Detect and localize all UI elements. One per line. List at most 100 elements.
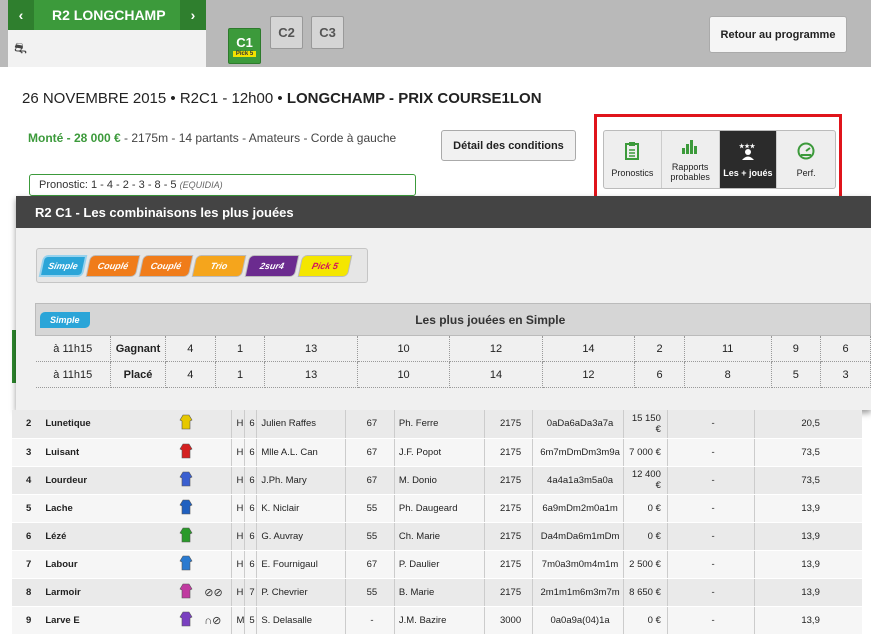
shoe-icon: ∩⊘ [200, 606, 232, 635]
panel-title: R2 C1 - Les combinaisons les plus jouées [16, 196, 871, 228]
bet-tab-2sur4[interactable]: 2sur4 [244, 254, 300, 277]
table-row[interactable]: 6 Lézé H 6 G. Auvray 55 Ch. Marie 2175 Da4mDa6m1… [12, 522, 862, 551]
runner-name: Larmoir [41, 578, 169, 607]
table-header: Simple Les plus jouées en Simple [35, 303, 871, 336]
chevron-right-icon[interactable]: › [180, 0, 206, 30]
table-cell: 10 [357, 361, 451, 388]
runner-driver: Mlle A.L. Can [256, 438, 346, 467]
runner-trainer: J.F. Popot [393, 438, 485, 467]
back-to-program-button[interactable]: Retour au programme [709, 16, 847, 53]
shoe-icon [200, 410, 232, 439]
runner-distance: 2175 [484, 550, 533, 579]
runner-music: Da4mDa6m1mDm [531, 522, 624, 551]
tab-c2[interactable]: C2 [270, 16, 303, 49]
runner-trainer: J.M. Bazire [393, 606, 485, 635]
runner-gains: 12 400 € [623, 466, 668, 495]
bet-tab-trio[interactable]: Trio [191, 254, 247, 277]
table-row[interactable]: 8 Larmoir ⊘⊘ H 7 P. Chevrier 55 B. Marie 2175 2m1… [12, 578, 862, 607]
runner-age: 6 [244, 494, 257, 523]
runner-music: 0a0a9a(04)1a [531, 606, 624, 635]
table-row[interactable]: 2 Lunetique H 6 Julien Raffes 67 Ph. Ferre 2175… [12, 410, 862, 439]
race-prize: Monté - 28 000 € [28, 131, 121, 145]
runner-odds-ref: - [666, 494, 755, 523]
chevron-left-icon[interactable]: ‹ [8, 0, 34, 30]
runner-number: 7 [12, 550, 42, 579]
bet-tab-simple[interactable]: Simple [38, 254, 88, 277]
runner-music: 6a9mDm2m0a1m [531, 494, 624, 523]
runner-number: 6 [12, 522, 42, 551]
runner-weight: 55 [345, 578, 395, 607]
simple-badge: Simple [40, 311, 90, 328]
reunion-title: R2 LONGCHAMP [52, 7, 166, 23]
table-row[interactable]: 4 Lourdeur H 6 J.Ph. Mary 67 M. Donio 2175 4a4a1… [12, 466, 862, 495]
table-row[interactable]: 5 Lache H 6 K. Niclair 55 Ph. Daugeard 2175 6a9m… [12, 494, 862, 523]
runner-odds-ref: - [666, 550, 755, 579]
table-cell: 4 [165, 361, 216, 388]
table-row[interactable]: 3 Luisant H 6 Mlle A.L. Can 67 J.F. Popot 2175 6… [12, 438, 862, 467]
runner-sex: H [231, 410, 245, 439]
prono-box: Pronostic: 1 - 4 - 2 - 3 - 8 - 5 (EQUIDI… [29, 174, 416, 196]
runner-name: Lunetique [41, 410, 169, 439]
silk-icon [168, 550, 201, 579]
silk-icon [168, 578, 201, 607]
page-title: 26 NOVEMBRE 2015 • R2C1 - 12h00 • LONGCH… [22, 90, 542, 107]
runner-name: Lache [41, 494, 169, 523]
table-cell: 13 [264, 361, 358, 388]
table-cell: 1 [215, 335, 266, 362]
runner-driver: Julien Raffes [256, 410, 346, 439]
runners-table: 2 Lunetique H 6 Julien Raffes 67 Ph. Ferre 2175… [12, 410, 862, 635]
bet-tab-pick5[interactable]: Pick 5 [297, 254, 353, 277]
pick5-badge: Pick 5 [232, 51, 257, 57]
runner-distance: 2175 [484, 410, 533, 439]
table-cell: 10 [357, 335, 451, 362]
table-cell: 12 [449, 335, 543, 362]
runner-name: Luisant [41, 438, 169, 467]
runner-weight: - [345, 606, 395, 635]
runner-gains: 2 500 € [623, 550, 668, 579]
runner-age: 5 [244, 606, 257, 635]
runner-music: 2m1m1m6m3m7m [531, 578, 624, 607]
bet-type-tabs: Simple Couplé Couplé Trio 2sur4 Pick 5 [36, 248, 368, 283]
tab-c1[interactable]: C1 Pick 5 [228, 28, 261, 64]
silk-icon [168, 438, 201, 467]
runner-name: Labour [41, 550, 169, 579]
runner-distance: 2175 [484, 438, 533, 467]
row-time: à 11h15 [35, 361, 111, 388]
table-cell: 14 [542, 335, 636, 362]
race-details: - 2175m - 14 partants - Amateurs - Corde… [120, 131, 397, 145]
runner-age: 6 [244, 438, 257, 467]
runner-driver: P. Chevrier [256, 578, 346, 607]
bet-tab-couple-ordre[interactable]: Couplé [138, 254, 194, 277]
shoe-icon [200, 466, 232, 495]
runner-driver: S. Delasalle [256, 606, 346, 635]
runner-age: 6 [244, 550, 257, 579]
row-type: Gagnant [110, 335, 166, 362]
runner-sex: H [231, 522, 245, 551]
runner-odds-ref: - [666, 606, 755, 635]
table-row[interactable]: 9 Larve E ∩⊘ M 5 S. Delasalle - J.M. Bazire 3000… [12, 606, 862, 635]
runner-distance: 2175 [484, 578, 533, 607]
table-cell: 4 [165, 335, 216, 362]
runner-odds: 13,9 [754, 578, 862, 607]
row-time: à 11h15 [35, 335, 111, 362]
table-row[interactable]: 7 Labour H 6 E. Fournigaul 67 P. Daulier 2175 7m… [12, 550, 862, 579]
runner-name: Larve E [41, 606, 169, 635]
conditions-button[interactable]: Détail des conditions [441, 130, 576, 161]
shoe-icon [200, 522, 232, 551]
runner-odds: 13,9 [754, 522, 862, 551]
bet-tab-couple[interactable]: Couplé [85, 254, 141, 277]
runner-distance: 2175 [484, 522, 533, 551]
runner-distance: 3000 [484, 606, 533, 635]
runner-gains: 7 000 € [623, 438, 668, 467]
runner-sex: H [231, 550, 245, 579]
tab-c3[interactable]: C3 [311, 16, 344, 49]
table-cell: 2 [634, 335, 685, 362]
row-type: Placé [110, 361, 166, 388]
tab-c3-label: C3 [319, 25, 336, 40]
silk-icon [168, 494, 201, 523]
runner-weight: 67 [345, 550, 395, 579]
shoe-icon [200, 438, 232, 467]
runner-trainer: B. Marie [393, 578, 485, 607]
runner-name: Lourdeur [41, 466, 169, 495]
tab-c2-label: C2 [278, 25, 295, 40]
